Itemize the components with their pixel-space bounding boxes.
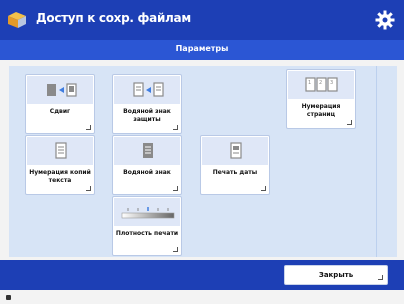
page-numbering-label: Нумерация страниц xyxy=(301,103,341,118)
section-title: Параметры xyxy=(175,44,229,53)
watermark-icon xyxy=(143,143,153,158)
close-button[interactable]: Закрыть xyxy=(284,265,388,285)
title-bar: Доступ к сохр. файлам xyxy=(0,0,404,40)
page-numbering-button[interactable]: 1 2 3 Нумерация страниц xyxy=(286,69,356,129)
print-density-label: Плотность печати xyxy=(115,230,179,237)
svg-text:3: 3 xyxy=(330,80,333,86)
copy-numbering-button[interactable]: Нумерация копий текста xyxy=(25,135,95,195)
svg-text:2: 2 xyxy=(319,80,322,86)
print-date-label: Печать даты xyxy=(212,169,258,176)
watermark-label: Водяной знак xyxy=(123,169,171,176)
section-bar: Параметры xyxy=(0,40,404,60)
copy-numbering-icon xyxy=(55,142,67,159)
shift-icon xyxy=(47,83,77,97)
footer-bar: Закрыть xyxy=(0,260,404,290)
options-panel: Сдвиг Водяной знак защиты 1 2 3 Нумераци… xyxy=(9,66,376,257)
shift-button[interactable]: Сдвиг xyxy=(25,74,95,134)
page-numbering-icon: 1 2 3 xyxy=(305,77,338,92)
status-bar xyxy=(0,290,404,304)
folder-app-icon xyxy=(8,12,26,28)
watermark-button[interactable]: Водяной знак xyxy=(112,135,182,195)
app-title: Доступ к сохр. файлам xyxy=(36,11,191,25)
print-date-button[interactable]: Печать даты xyxy=(200,135,270,195)
security-watermark-label: Водяной знак защиты xyxy=(123,108,171,123)
status-indicator-icon xyxy=(6,295,11,300)
security-watermark-button[interactable]: Водяной знак защиты xyxy=(112,74,182,134)
close-label: Закрыть xyxy=(318,271,354,279)
copy-numbering-label: Нумерация копий текста xyxy=(29,169,91,184)
options-area: Сдвиг Водяной знак защиты 1 2 3 Нумераци… xyxy=(0,60,404,260)
svg-text:1: 1 xyxy=(308,80,311,86)
print-density-icon xyxy=(121,207,175,219)
scroll-area[interactable] xyxy=(376,66,397,257)
print-density-button[interactable]: Плотность печати xyxy=(112,196,182,256)
gear-icon[interactable] xyxy=(374,9,396,31)
security-watermark-icon xyxy=(133,82,164,97)
print-date-icon xyxy=(230,142,242,159)
shift-label: Сдвиг xyxy=(49,108,71,115)
